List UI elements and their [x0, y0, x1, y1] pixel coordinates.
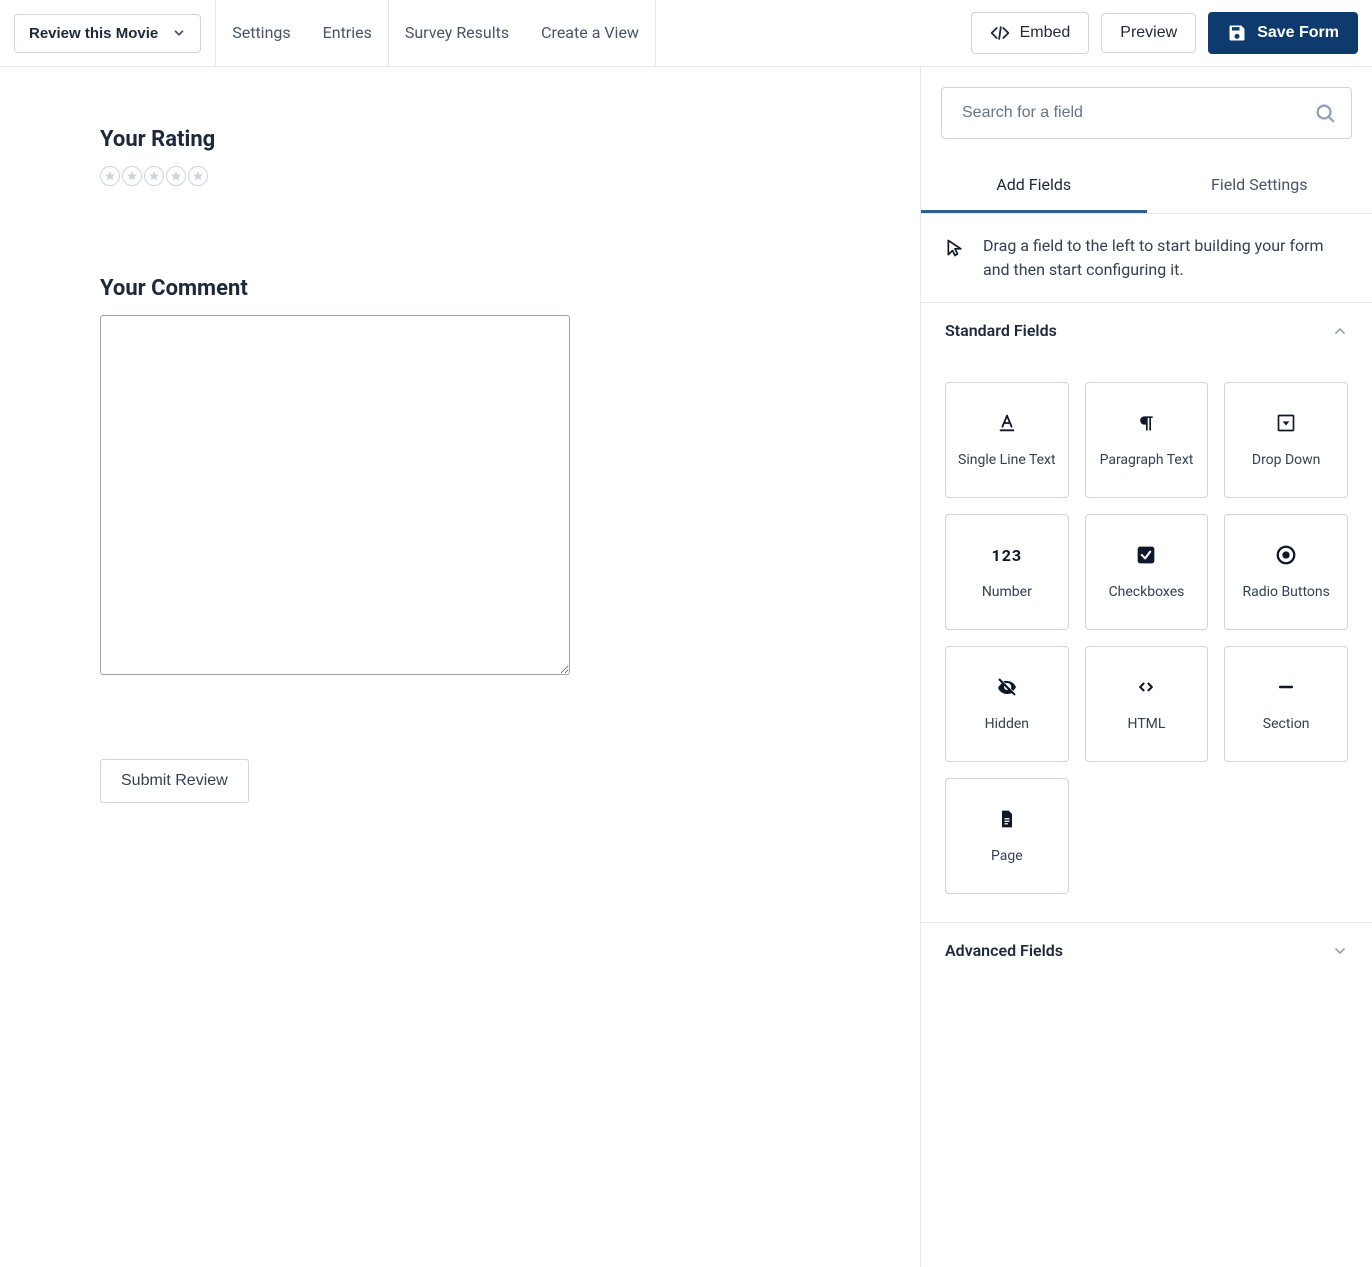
cursor-icon: [945, 236, 965, 260]
preview-button[interactable]: Preview: [1101, 13, 1196, 53]
field-comment[interactable]: Your Comment: [100, 276, 570, 679]
save-label: Save Form: [1257, 24, 1339, 42]
search-input[interactable]: [941, 87, 1352, 139]
preview-label: Preview: [1120, 24, 1177, 42]
field-card-label: Number: [976, 584, 1038, 600]
field-card-label: Paragraph Text: [1094, 452, 1200, 468]
star-rating[interactable]: [100, 166, 570, 186]
sidebar: Add Fields Field Settings Drag a field t…: [920, 67, 1372, 1267]
top-actions: Embed Preview Save Form: [957, 0, 1372, 66]
comment-textarea[interactable]: [100, 315, 570, 675]
field-card-label: Section: [1257, 716, 1316, 732]
field-number[interactable]: 123 Number: [945, 514, 1069, 630]
field-card-label: HTML: [1122, 716, 1172, 732]
star-icon[interactable]: [166, 166, 186, 186]
star-icon[interactable]: [144, 166, 164, 186]
tab-create-view[interactable]: Create a View: [525, 0, 655, 66]
code-icon: [990, 23, 1010, 43]
eye-off-icon: [995, 676, 1019, 698]
field-card-label: Hidden: [979, 716, 1035, 732]
sidebar-tabs: Add Fields Field Settings: [921, 159, 1372, 214]
field-checkboxes[interactable]: Checkboxes: [1085, 514, 1209, 630]
radio-icon: [1275, 544, 1297, 566]
field-card-label: Page: [985, 848, 1029, 864]
chevron-up-icon: [1332, 323, 1348, 339]
fields-grid: Single Line Text Paragraph Text Drop Dow…: [921, 358, 1372, 922]
field-drop-down[interactable]: Drop Down: [1224, 382, 1348, 498]
search-wrap: [921, 87, 1372, 159]
checkbox-icon: [1136, 544, 1156, 566]
tab-add-fields[interactable]: Add Fields: [921, 159, 1147, 213]
hint-text: Drag a field to the left to start buildi…: [983, 234, 1348, 282]
field-card-label: Single Line Text: [952, 452, 1062, 468]
code-icon: [1134, 676, 1158, 698]
nav-tabs-1: Settings Entries: [216, 0, 389, 66]
star-icon[interactable]: [122, 166, 142, 186]
form-title-wrap: Review this Movie: [0, 0, 216, 66]
section-advanced-fields: Advanced Fields: [921, 923, 1372, 978]
hint-row: Drag a field to the left to start buildi…: [921, 214, 1372, 303]
embed-button[interactable]: Embed: [971, 12, 1090, 54]
save-form-button[interactable]: Save Form: [1208, 12, 1358, 54]
form-title-dropdown[interactable]: Review this Movie: [14, 14, 201, 53]
tab-settings[interactable]: Settings: [216, 0, 306, 66]
submit-review-button[interactable]: Submit Review: [100, 759, 249, 803]
page-icon: [997, 808, 1017, 830]
paragraph-icon: [1136, 412, 1156, 434]
rating-label: Your Rating: [100, 127, 570, 152]
tab-survey-results[interactable]: Survey Results: [389, 0, 525, 66]
embed-label: Embed: [1020, 24, 1071, 42]
main-layout: Your Rating Your Comment Submit Review: [0, 67, 1372, 1267]
star-icon[interactable]: [188, 166, 208, 186]
field-hidden[interactable]: Hidden: [945, 646, 1069, 762]
chevron-down-icon: [172, 26, 186, 40]
nav-tabs-2: Survey Results Create a View: [389, 0, 656, 66]
field-card-label: Radio Buttons: [1236, 584, 1335, 600]
search-icon: [1314, 102, 1336, 124]
advanced-fields-title: Advanced Fields: [945, 941, 1063, 960]
chevron-down-icon: [1332, 943, 1348, 959]
form-canvas: Your Rating Your Comment Submit Review: [0, 67, 920, 1267]
field-card-label: Drop Down: [1246, 452, 1327, 468]
tab-entries[interactable]: Entries: [307, 0, 388, 66]
field-html[interactable]: HTML: [1085, 646, 1209, 762]
minus-icon: [1276, 676, 1296, 698]
field-radio-buttons[interactable]: Radio Buttons: [1224, 514, 1348, 630]
standard-fields-title: Standard Fields: [945, 321, 1057, 340]
star-icon[interactable]: [100, 166, 120, 186]
advanced-fields-header[interactable]: Advanced Fields: [921, 923, 1372, 978]
top-bar: Review this Movie Settings Entries Surve…: [0, 0, 1372, 67]
section-standard-fields: Standard Fields Single Line Text Parag: [921, 303, 1372, 923]
tab-field-settings[interactable]: Field Settings: [1147, 159, 1372, 213]
standard-fields-header[interactable]: Standard Fields: [921, 303, 1372, 358]
field-page[interactable]: Page: [945, 778, 1069, 894]
form-title-text: Review this Movie: [29, 25, 158, 42]
field-section[interactable]: Section: [1224, 646, 1348, 762]
text-icon: [996, 412, 1018, 434]
save-icon: [1227, 23, 1247, 43]
field-paragraph-text[interactable]: Paragraph Text: [1085, 382, 1209, 498]
field-single-line-text[interactable]: Single Line Text: [945, 382, 1069, 498]
field-card-label: Checkboxes: [1103, 584, 1191, 600]
dropdown-icon: [1276, 412, 1296, 434]
comment-label: Your Comment: [100, 276, 570, 301]
number-icon: 123: [992, 544, 1023, 566]
field-rating[interactable]: Your Rating: [100, 127, 570, 186]
